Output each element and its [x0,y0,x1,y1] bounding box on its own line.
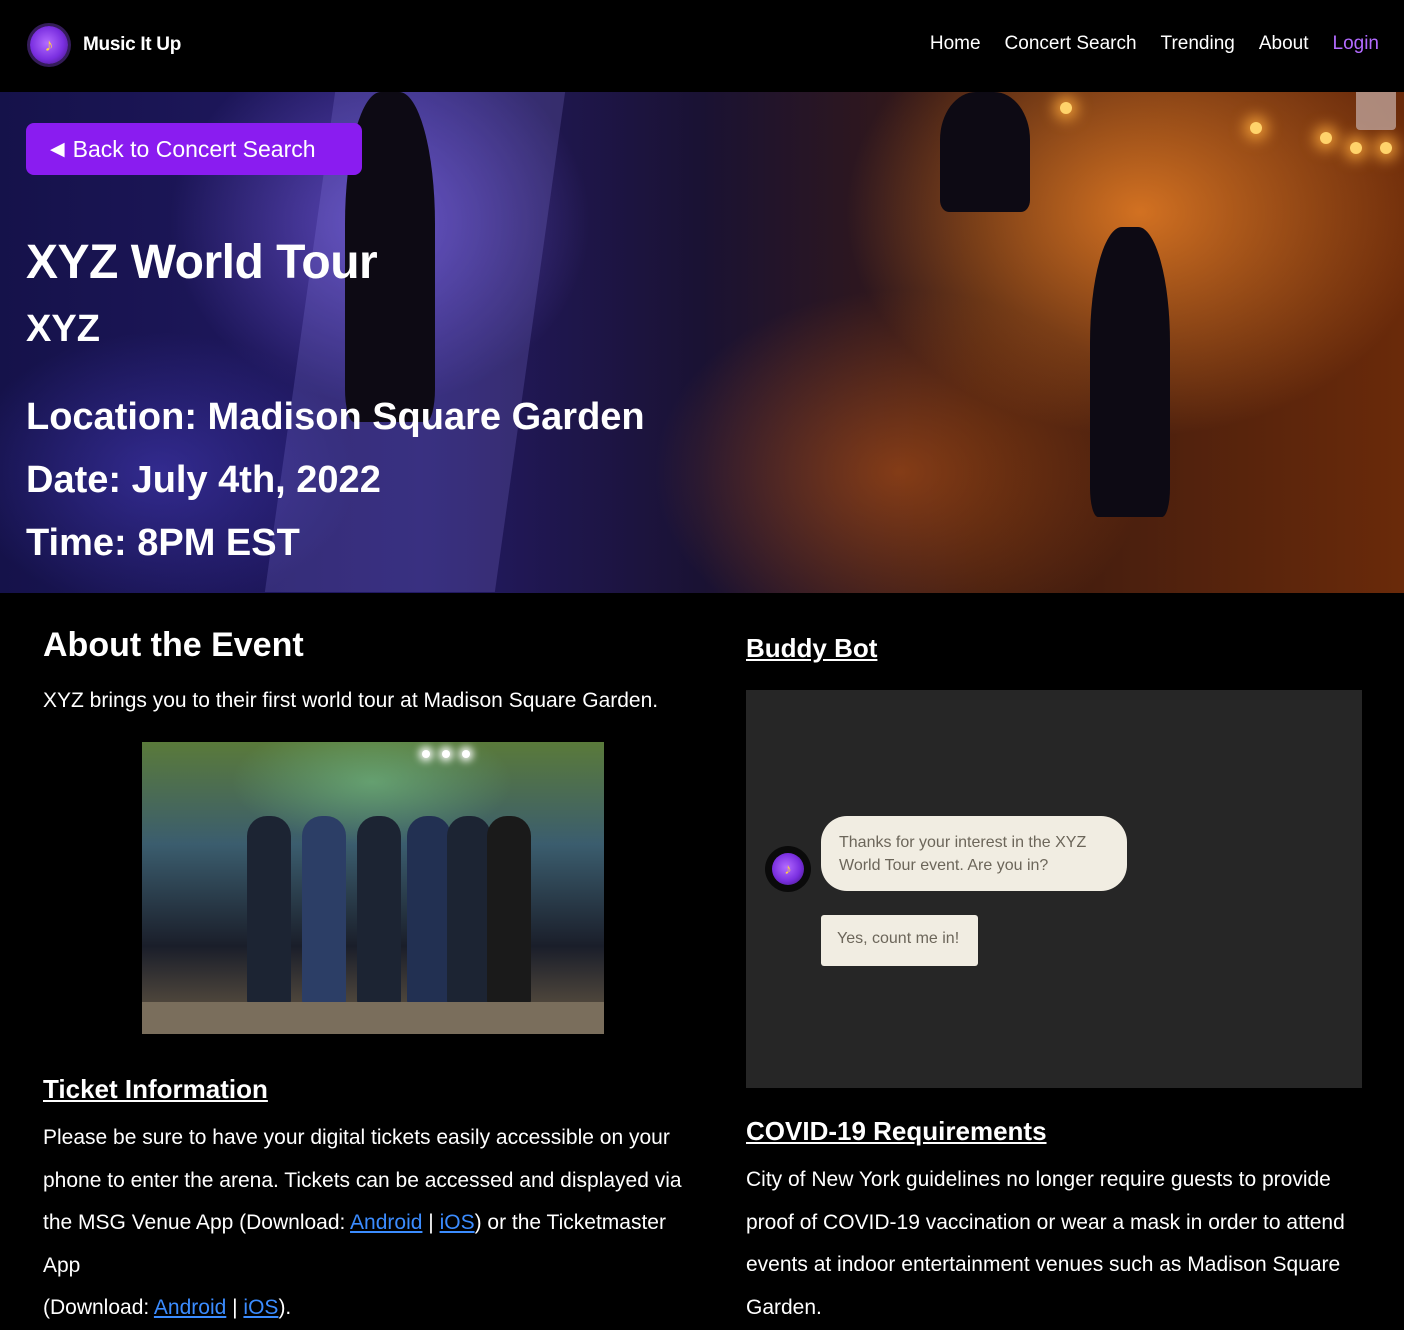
band-member [407,816,451,1006]
covid-text: City of New York guidelines no longer re… [746,1168,1345,1319]
stage-light [1350,142,1362,154]
spotlight [462,750,470,758]
link-separator: | [422,1211,440,1234]
stage-light [1320,132,1332,144]
ticket-info-text: Please be sure to have your digital tick… [43,1117,693,1330]
link-separator: | [226,1296,244,1319]
stage-floor [142,1002,604,1034]
msg-ios-link[interactable]: iOS [440,1211,475,1234]
covid-title: COVID-19 Requirements [746,1116,1047,1146]
back-button-label: Back to Concert Search [72,135,316,162]
event-time: Time: 8PM EST [26,522,300,564]
nav-about[interactable]: About [1259,33,1309,55]
spotlight [442,750,450,758]
stage-light [1060,102,1072,114]
buddy-bot-title[interactable]: Buddy Bot [746,633,877,664]
event-location: Location: Madison Square Garden [26,396,645,438]
guitarist-silhouette-right [1090,227,1170,517]
nav-trending[interactable]: Trending [1161,33,1235,55]
event-artist: XYZ [26,308,100,350]
brand-name: Music It Up [83,34,182,55]
about-text: XYZ brings you to their first world tour… [43,689,659,712]
nav-login[interactable]: Login [1333,33,1380,55]
ticketmaster-ios-link[interactable]: iOS [243,1296,278,1319]
msg-android-link[interactable]: Android [350,1211,422,1234]
band-member [247,816,291,1006]
band-member [302,816,346,1006]
nav-home[interactable]: Home [930,33,981,55]
drummer-silhouette [940,92,1030,212]
stage-light [1250,122,1262,134]
corner-toggle[interactable] [1356,92,1396,130]
event-date: Date: July 4th, 2022 [26,459,381,501]
nav-links: Home Concert Search Trending About Login [930,33,1379,55]
event-title: XYZ World Tour [26,236,378,289]
event-photo [142,742,604,1034]
nav-concert-search[interactable]: Concert Search [1005,33,1137,55]
triangle-left-icon: ◀ [50,138,65,160]
music-note-icon: ♪ [772,853,804,885]
bot-message: Thanks for your interest in the XYZ Worl… [821,816,1127,891]
buddy-bot-chat: ♪ Thanks for your interest in the XYZ Wo… [746,690,1362,1088]
stage-light [1380,142,1392,154]
band-member [487,816,531,1006]
ticket-text-part: ). [278,1296,292,1319]
ticketmaster-android-link[interactable]: Android [154,1296,226,1319]
ticket-info-title: Ticket Information [43,1074,268,1104]
bot-avatar: ♪ [765,846,811,892]
brand[interactable]: ♪ Music It Up [30,26,181,64]
hero-banner: ◀ Back to Concert Search XYZ World Tour … [0,92,1404,593]
ticket-text-part: (Download: [43,1296,154,1319]
about-title: About the Event [43,626,304,664]
back-to-search-button[interactable]: ◀ Back to Concert Search [26,123,362,175]
band-member [447,816,491,1006]
reply-option-button[interactable]: Yes, count me in! [821,915,978,966]
band-member [357,816,401,1006]
top-navbar: ♪ Music It Up Home Concert Search Trendi… [0,0,1404,92]
spotlight [422,750,430,758]
music-note-icon: ♪ [30,26,68,64]
